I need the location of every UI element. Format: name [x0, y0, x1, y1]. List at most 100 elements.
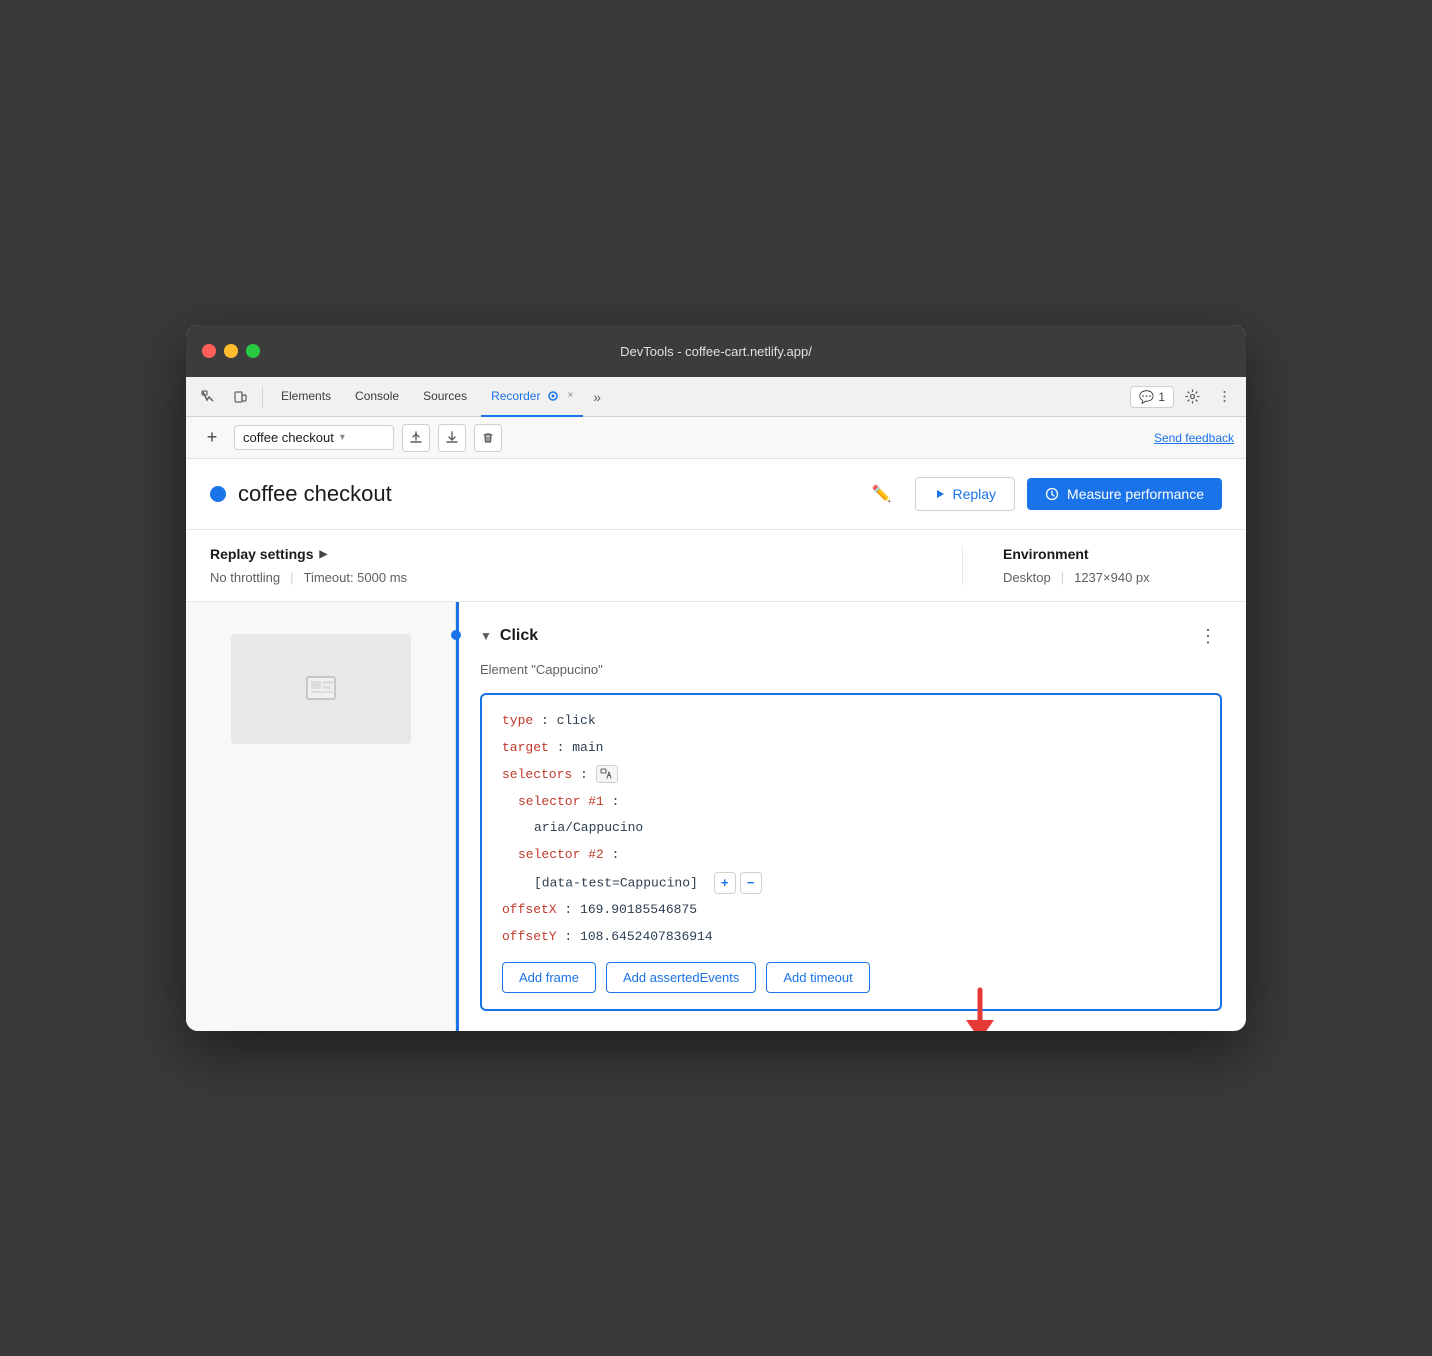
recording-status-dot: [210, 486, 226, 502]
resolution-value: 1237×940 px: [1074, 570, 1150, 585]
code-offsetY-line: offsetY : 108.6452407836914: [502, 927, 1200, 948]
code-offsetX-line: offsetX : 169.90185546875: [502, 900, 1200, 921]
throttling-value: No throttling: [210, 570, 280, 585]
edit-title-icon[interactable]: ✏️: [872, 484, 892, 504]
step-expand-icon[interactable]: ▼: [480, 629, 492, 643]
target-colon: :: [557, 740, 573, 755]
tab-right-icons: 💬 1: [1130, 383, 1238, 411]
selector2-colon: :: [612, 847, 620, 862]
settings-section: Replay settings ▶ No throttling | Timeou…: [186, 530, 1246, 602]
customize-menu-icon[interactable]: [1210, 383, 1238, 411]
code-selector1-val-line: aria/Cappucino: [502, 818, 1200, 839]
viewport-value: Desktop: [1003, 570, 1051, 585]
replay-settings-arrow: ▶: [319, 549, 327, 560]
step-action-buttons: Add frame Add assertedEvents Add timeout: [502, 962, 1200, 993]
delete-recording-button[interactable]: [474, 424, 502, 452]
selector1-val: aria/Cappucino: [534, 820, 643, 835]
replay-label: Replay: [952, 486, 996, 502]
selector1-key: selector #1: [518, 794, 604, 809]
selector1-colon: :: [612, 794, 620, 809]
issues-badge-button[interactable]: 💬 1: [1130, 386, 1174, 408]
send-feedback-link[interactable]: Send feedback: [1154, 431, 1234, 445]
add-asserted-events-button[interactable]: Add assertedEvents: [606, 962, 756, 993]
replay-settings-details: No throttling | Timeout: 5000 ms: [210, 570, 962, 585]
issues-count: 1: [1158, 390, 1165, 404]
window-title: DevTools - coffee-cart.netlify.app/: [620, 344, 812, 359]
add-selector-button[interactable]: +: [714, 872, 736, 894]
code-selector1-line: selector #1 :: [502, 792, 1200, 813]
selectors-key: selectors: [502, 767, 572, 782]
selector2-val: [data-test=Cappucino]: [534, 875, 698, 890]
selectors-colon: :: [580, 767, 596, 782]
offsetX-key: offsetX: [502, 902, 557, 917]
close-button[interactable]: [202, 344, 216, 358]
add-recording-button[interactable]: +: [198, 424, 226, 452]
devtools-window: DevTools - coffee-cart.netlify.app/ Elem…: [186, 325, 1246, 1031]
more-tabs-icon[interactable]: »: [587, 389, 607, 405]
code-selector2-val-line: [data-test=Cappucino] + −: [502, 872, 1200, 894]
selector-action-buttons: + −: [714, 872, 762, 894]
step-menu-button[interactable]: ⋮: [1194, 622, 1222, 650]
measure-performance-label: Measure performance: [1067, 486, 1204, 502]
replay-settings-heading[interactable]: Replay settings ▶: [210, 546, 962, 562]
export-recording-button[interactable]: [402, 424, 430, 452]
device-toolbar-icon[interactable]: [226, 383, 254, 411]
step-header: ▼ Click ⋮: [480, 622, 1222, 650]
replay-button[interactable]: Replay: [915, 477, 1015, 511]
type-key: type: [502, 713, 533, 728]
tab-elements[interactable]: Elements: [271, 377, 341, 417]
step-type: Click: [500, 627, 538, 645]
environment-label: Environment: [1003, 546, 1089, 562]
code-type-line: type : click: [502, 711, 1200, 732]
step-thumbnail: [231, 634, 411, 744]
chevron-down-icon: ▾: [340, 432, 345, 443]
code-selectors-line: selectors :: [502, 765, 1200, 786]
settings-pipe: |: [290, 570, 293, 585]
tabs-bar: Elements Console Sources Recorder × » 💬 …: [186, 377, 1246, 417]
offsetX-val: 169.90185546875: [580, 902, 697, 917]
selector-picker-icon[interactable]: [596, 765, 618, 783]
target-val: main: [572, 740, 603, 755]
tab-close-icon[interactable]: ×: [567, 390, 573, 401]
titlebar: DevTools - coffee-cart.netlify.app/: [186, 325, 1246, 377]
chat-icon: 💬: [1139, 390, 1154, 404]
inspect-element-icon[interactable]: [194, 383, 222, 411]
add-frame-button[interactable]: Add frame: [502, 962, 596, 993]
type-val: click: [557, 713, 596, 728]
measure-performance-button[interactable]: Measure performance: [1027, 478, 1222, 510]
minimize-button[interactable]: [224, 344, 238, 358]
tab-console[interactable]: Console: [345, 377, 409, 417]
offsetY-key: offsetY: [502, 929, 557, 944]
recording-select-name: coffee checkout: [243, 430, 334, 445]
timeout-value: Timeout: 5000 ms: [303, 570, 407, 585]
step-detail: ▼ Click ⋮ Element "Cappucino" type : cli…: [456, 602, 1246, 1031]
add-timeout-button[interactable]: Add timeout: [766, 962, 869, 993]
code-selector2-line: selector #2 :: [502, 845, 1200, 866]
step-element-label: Element "Cappucino": [480, 662, 1222, 677]
environment-details: Desktop | 1237×940 px: [1003, 570, 1222, 585]
recorder-toolbar: + coffee checkout ▾ Send feedback: [186, 417, 1246, 459]
steps-container: ▼ Click ⋮ Element "Cappucino" type : cli…: [186, 602, 1246, 1031]
code-block: type : click target : main selectors :: [480, 693, 1222, 1011]
environment-heading: Environment: [1003, 546, 1222, 562]
recording-selector[interactable]: coffee checkout ▾: [234, 425, 394, 450]
tab-sources[interactable]: Sources: [413, 377, 477, 417]
replay-settings-label: Replay settings: [210, 546, 313, 562]
maximize-button[interactable]: [246, 344, 260, 358]
offsetY-val: 108.6452407836914: [580, 929, 713, 944]
environment-section: Environment Desktop | 1237×940 px: [962, 546, 1222, 585]
traffic-lights: [202, 344, 260, 358]
offsetY-colon: :: [564, 929, 580, 944]
import-recording-button[interactable]: [438, 424, 466, 452]
offsetX-colon: :: [564, 902, 580, 917]
type-colon: :: [541, 713, 557, 728]
replay-settings-left: Replay settings ▶ No throttling | Timeou…: [210, 546, 962, 585]
tab-recorder[interactable]: Recorder ×: [481, 377, 583, 417]
tab-divider: [262, 387, 263, 407]
recording-title: coffee checkout: [238, 481, 860, 507]
code-target-line: target : main: [502, 738, 1200, 759]
steps-sidebar: [186, 602, 456, 1031]
target-key: target: [502, 740, 549, 755]
remove-selector-button[interactable]: −: [740, 872, 762, 894]
settings-icon[interactable]: [1178, 383, 1206, 411]
